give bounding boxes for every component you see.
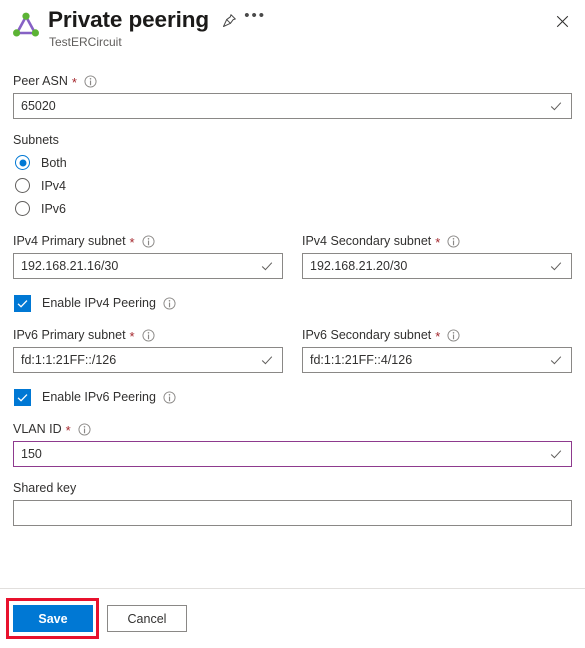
- blade-header: Private peering ••• TestERCircuit: [0, 0, 585, 62]
- required-indicator: *: [71, 75, 77, 90]
- cancel-button[interactable]: Cancel: [107, 605, 187, 632]
- required-indicator: *: [129, 329, 135, 344]
- radio-subnets-ipv6[interactable]: IPv6: [13, 197, 572, 220]
- info-icon[interactable]: [163, 390, 176, 404]
- radio-circle-icon: [15, 201, 30, 216]
- more-options-icon[interactable]: •••: [243, 8, 267, 32]
- private-peering-blade: Private peering ••• TestERCircuit Peer A…: [0, 0, 585, 648]
- enable-ipv6-label: Enable IPv6 Peering: [42, 390, 176, 404]
- peer-asn-value: 65020: [21, 99, 56, 113]
- required-indicator: *: [435, 329, 441, 344]
- ipv6-secondary-label: IPv6 Secondary subnet *: [302, 327, 572, 343]
- required-indicator: *: [435, 235, 441, 250]
- field-ipv4-primary: IPv4 Primary subnet * 192.168.21.16/30: [13, 233, 283, 279]
- info-icon[interactable]: [78, 422, 91, 436]
- close-icon[interactable]: [549, 8, 575, 34]
- peer-asn-label: Peer ASN *: [13, 73, 572, 89]
- valid-check-icon: [549, 447, 563, 461]
- info-icon[interactable]: [447, 328, 460, 342]
- checkbox-enable-ipv6-peering[interactable]: Enable IPv6 Peering: [13, 386, 572, 408]
- shared-key-label-text: Shared key: [13, 481, 77, 495]
- radio-circle-icon: [15, 178, 30, 193]
- ipv4-primary-input[interactable]: 192.168.21.16/30: [13, 253, 283, 279]
- valid-check-icon: [549, 353, 563, 367]
- ipv4-primary-label-text: IPv4 Primary subnet: [13, 234, 126, 248]
- field-shared-key: Shared key: [13, 480, 572, 526]
- peering-form: Peer ASN * 65020 Subnets Both IPv4 IPv6 …: [0, 62, 585, 588]
- field-subnets: Subnets Both IPv4 IPv6: [13, 132, 572, 220]
- field-ipv4-secondary: IPv4 Secondary subnet * 192.168.21.20/30: [302, 233, 572, 279]
- info-icon[interactable]: [142, 328, 155, 342]
- field-peer-asn: Peer ASN * 65020: [13, 73, 572, 119]
- enable-ipv4-label-text: Enable IPv4 Peering: [42, 296, 156, 310]
- peer-asn-input[interactable]: 65020: [13, 93, 572, 119]
- subnets-label: Subnets: [13, 133, 59, 147]
- peer-asn-label-text: Peer ASN: [13, 74, 68, 88]
- ipv6-primary-value: fd:1:1:21FF::/126: [21, 353, 117, 367]
- radio-label: IPv4: [41, 178, 67, 193]
- ipv6-secondary-value: fd:1:1:21FF::4/126: [310, 353, 413, 367]
- field-ipv6-primary: IPv6 Primary subnet * fd:1:1:21FF::/126: [13, 327, 283, 373]
- vlan-id-value: 150: [21, 447, 42, 461]
- pin-icon[interactable]: [217, 8, 241, 32]
- ipv4-primary-value: 192.168.21.16/30: [21, 259, 119, 273]
- expressroute-circuit-icon: [11, 10, 41, 40]
- ipv4-secondary-label: IPv4 Secondary subnet *: [302, 233, 572, 249]
- vlan-id-input[interactable]: 150: [13, 441, 572, 467]
- field-enable-ipv4: Enable IPv4 Peering: [13, 292, 572, 314]
- field-vlan-id: VLAN ID * 150: [13, 421, 572, 467]
- ipv6-primary-label: IPv6 Primary subnet *: [13, 327, 283, 343]
- ipv6-secondary-input[interactable]: fd:1:1:21FF::4/126: [302, 347, 572, 373]
- info-icon[interactable]: [84, 74, 97, 88]
- required-indicator: *: [129, 235, 135, 250]
- breadcrumb: TestERCircuit: [49, 35, 122, 49]
- ipv4-primary-label: IPv4 Primary subnet *: [13, 233, 283, 249]
- radio-subnets-ipv4[interactable]: IPv4: [13, 174, 572, 197]
- shared-key-label: Shared key: [13, 480, 572, 496]
- radio-subnets-both[interactable]: Both: [13, 151, 572, 174]
- checkbox-checked-icon[interactable]: [14, 388, 31, 406]
- valid-check-icon: [260, 353, 274, 367]
- ipv6-secondary-label-text: IPv6 Secondary subnet: [302, 328, 432, 342]
- radio-label: IPv6: [41, 201, 67, 216]
- vlan-id-label: VLAN ID *: [13, 421, 572, 437]
- checkbox-checked-icon[interactable]: [14, 294, 31, 312]
- required-indicator: *: [65, 423, 71, 438]
- valid-check-icon: [549, 99, 563, 113]
- vlan-id-label-text: VLAN ID: [13, 422, 62, 436]
- radio-label: Both: [41, 155, 67, 170]
- ipv4-subnet-row: IPv4 Primary subnet * 192.168.21.16/30 I…: [13, 233, 572, 279]
- page-title: Private peering: [48, 7, 210, 32]
- ipv6-subnet-row: IPv6 Primary subnet * fd:1:1:21FF::/126: [13, 327, 572, 373]
- ipv6-primary-input[interactable]: fd:1:1:21FF::/126: [13, 347, 283, 373]
- field-enable-ipv6: Enable IPv6 Peering: [13, 386, 572, 408]
- field-ipv6-secondary: IPv6 Secondary subnet * fd:1:1:21FF::4/1…: [302, 327, 572, 373]
- checkbox-enable-ipv4-peering[interactable]: Enable IPv4 Peering: [13, 292, 572, 314]
- enable-ipv6-label-text: Enable IPv6 Peering: [42, 390, 156, 404]
- ipv4-secondary-value: 192.168.21.20/30: [310, 259, 408, 273]
- ipv6-primary-label-text: IPv6 Primary subnet: [13, 328, 126, 342]
- ipv4-secondary-input[interactable]: 192.168.21.20/30: [302, 253, 572, 279]
- valid-check-icon: [260, 259, 274, 273]
- info-icon[interactable]: [142, 234, 155, 248]
- radio-circle-icon: [15, 155, 30, 170]
- info-icon[interactable]: [447, 234, 460, 248]
- blade-footer: Save Cancel: [0, 588, 585, 648]
- save-button[interactable]: Save: [13, 605, 93, 632]
- valid-check-icon: [549, 259, 563, 273]
- ipv4-secondary-label-text: IPv4 Secondary subnet: [302, 234, 432, 248]
- info-icon[interactable]: [163, 296, 176, 310]
- enable-ipv4-label: Enable IPv4 Peering: [42, 296, 176, 310]
- shared-key-input[interactable]: [13, 500, 572, 526]
